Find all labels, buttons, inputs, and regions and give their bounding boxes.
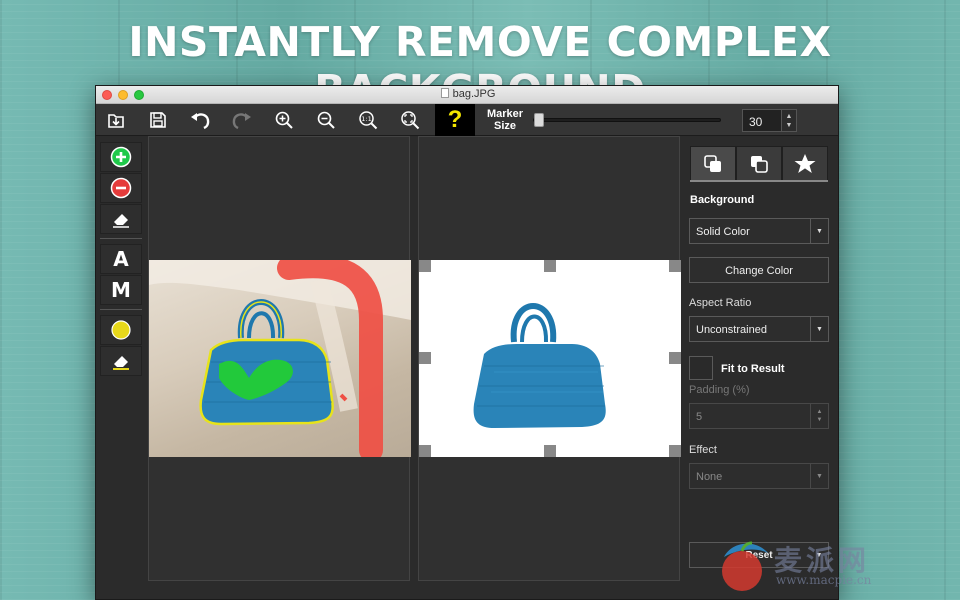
- plus-circle-icon: [110, 146, 132, 168]
- redo-icon: [232, 113, 251, 130]
- marker-size-slider[interactable]: [533, 118, 721, 122]
- source-photo: [149, 260, 411, 457]
- import-icon: [108, 114, 124, 128]
- chevron-down-icon[interactable]: ▼: [786, 121, 793, 130]
- save-icon: [150, 112, 166, 128]
- result-photo: [419, 260, 681, 457]
- svg-text:1:1: 1:1: [361, 115, 371, 123]
- zoom-out-icon: [317, 111, 335, 129]
- crop-handle-top-left[interactable]: [419, 260, 431, 272]
- title-bar: bag.JPG: [96, 86, 838, 104]
- background-type-select[interactable]: Solid Color ▼: [689, 218, 829, 244]
- layers-front-icon: [704, 154, 721, 172]
- save-button[interactable]: [138, 104, 178, 136]
- tool-separator: [100, 238, 142, 239]
- zoom-out-button[interactable]: [306, 104, 346, 136]
- source-canvas[interactable]: [148, 136, 411, 581]
- crop-handle-top[interactable]: [544, 260, 556, 272]
- tab-foreground[interactable]: [736, 146, 782, 181]
- settings-panel: Background Solid Color ▼ Change Color As…: [686, 136, 838, 599]
- tool-separator: [100, 309, 142, 310]
- crop-handle-right[interactable]: [669, 352, 681, 364]
- tab-underline: [690, 180, 828, 182]
- window-title: bag.JPG: [96, 88, 838, 100]
- app-window: bag.JPG 1:1 ? Marker Size 30 ▲ ▼ A M Bac…: [95, 85, 839, 600]
- import-button[interactable]: [96, 104, 136, 136]
- chevron-down-icon: ▼: [810, 219, 828, 243]
- zoom-in-icon: [275, 111, 293, 129]
- help-button[interactable]: ?: [435, 104, 475, 136]
- tab-effects[interactable]: [782, 146, 828, 181]
- tool-palette: A M: [98, 140, 144, 380]
- zoom-in-button[interactable]: [264, 104, 304, 136]
- auto-mode-tool[interactable]: A: [100, 244, 142, 274]
- crop-handle-bottom[interactable]: [544, 445, 556, 457]
- marker-size-input[interactable]: 30: [742, 109, 782, 132]
- aspect-ratio-label: Aspect Ratio: [689, 297, 752, 309]
- result-bag-art: [473, 303, 606, 428]
- tab-background[interactable]: [690, 146, 736, 181]
- eraser-outline-icon: [113, 356, 129, 370]
- crop-handle-bottom-left[interactable]: [419, 445, 431, 457]
- undo-icon: [191, 113, 210, 130]
- document-icon: [440, 88, 449, 98]
- source-photo-art: [149, 260, 411, 457]
- background-heading: Background: [690, 194, 755, 206]
- marker-size-slider-thumb[interactable]: [534, 113, 544, 127]
- star-icon: [794, 153, 816, 173]
- change-color-button[interactable]: Change Color: [689, 257, 829, 283]
- reset-button[interactable]: Reset ▼: [689, 542, 829, 568]
- outline-color-tool[interactable]: [100, 315, 142, 345]
- fit-screen-button[interactable]: [390, 104, 430, 136]
- padding-stepper[interactable]: ▲ ▼: [810, 404, 828, 428]
- mark-foreground-tool[interactable]: [100, 142, 142, 172]
- aspect-ratio-select[interactable]: Unconstrained ▼: [689, 316, 829, 342]
- result-canvas[interactable]: [418, 136, 681, 581]
- chevron-down-icon: ▼: [810, 464, 828, 488]
- outline-eraser-tool[interactable]: [100, 346, 142, 376]
- chevron-up-icon[interactable]: ▲: [786, 112, 793, 121]
- padding-label: Padding (%): [689, 384, 750, 396]
- undo-button[interactable]: [180, 104, 220, 136]
- crop-handle-left[interactable]: [419, 352, 431, 364]
- fit-screen-icon: [401, 111, 420, 130]
- actual-size-button[interactable]: 1:1: [348, 104, 388, 136]
- effect-select[interactable]: None ▼: [689, 463, 829, 489]
- layers-back-icon: [751, 155, 768, 173]
- help-label: ?: [447, 106, 463, 133]
- fit-to-result-label: Fit to Result: [721, 363, 785, 375]
- toolbar: 1:1 ? Marker Size 30 ▲ ▼: [96, 104, 838, 136]
- marker-size-label: Marker Size: [486, 108, 524, 132]
- fit-to-result-checkbox[interactable]: [689, 356, 713, 380]
- padding-input[interactable]: 5 ▲ ▼: [689, 403, 829, 429]
- chevron-down-icon: ▼: [810, 317, 828, 341]
- actual-size-icon: 1:1: [359, 111, 378, 130]
- manual-mode-tool[interactable]: M: [100, 275, 142, 305]
- marker-size-stepper[interactable]: ▲ ▼: [781, 109, 797, 132]
- effect-label: Effect: [689, 444, 717, 456]
- yellow-dot-icon: [111, 320, 131, 340]
- mark-background-tool[interactable]: [100, 173, 142, 203]
- redo-button[interactable]: [222, 104, 262, 136]
- chevron-down-icon: ▼: [815, 551, 823, 559]
- crop-handle-top-right[interactable]: [669, 260, 681, 272]
- crop-handle-bottom-right[interactable]: [669, 445, 681, 457]
- eraser-icon: [113, 214, 129, 228]
- minus-circle-icon: [110, 177, 132, 199]
- eraser-tool[interactable]: [100, 204, 142, 234]
